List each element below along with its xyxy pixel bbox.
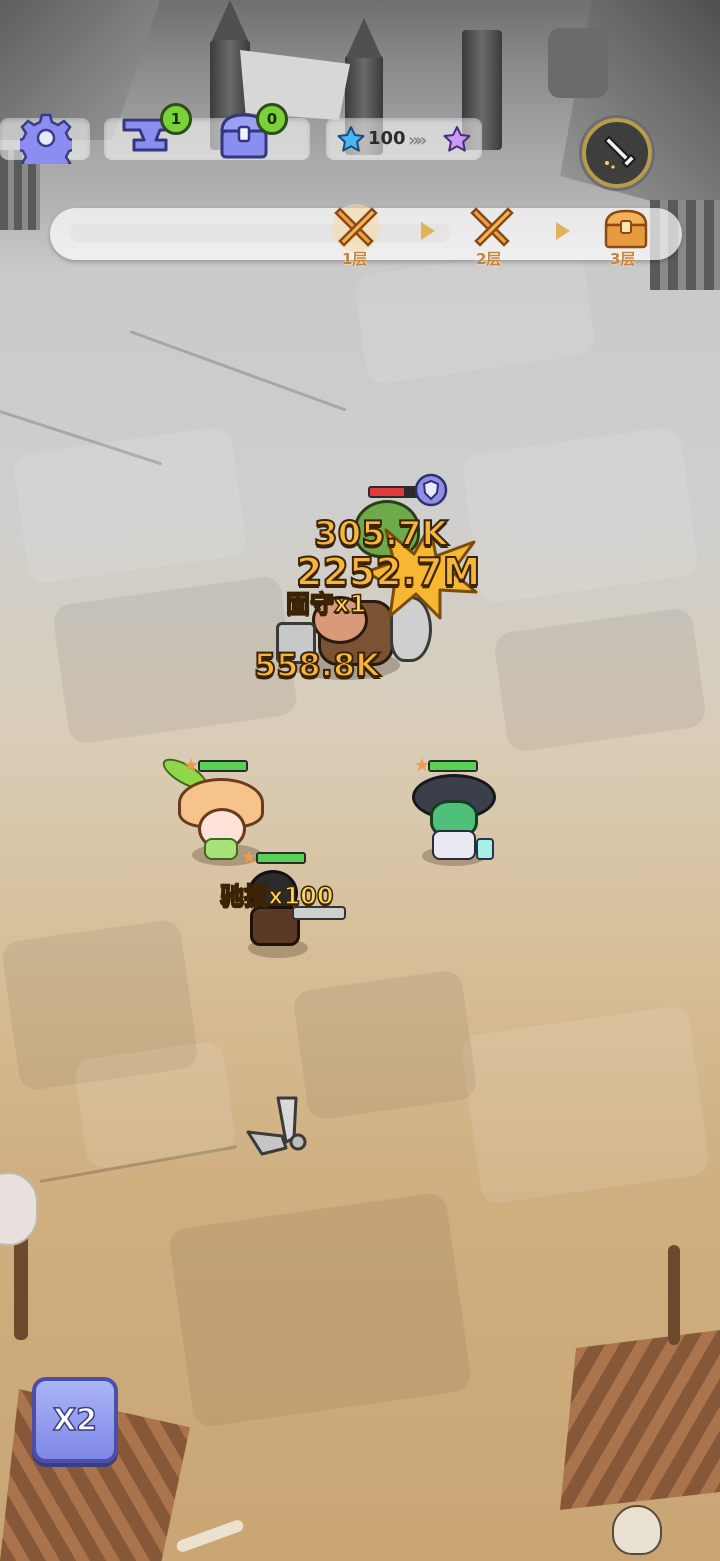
damage-number: 305.7K xyxy=(313,513,449,555)
speed-x2-button[interactable]: X2 xyxy=(32,1377,118,1463)
floor-tile xyxy=(12,425,248,585)
double-chevron-icon: »» xyxy=(408,130,427,151)
bone xyxy=(175,1518,245,1554)
star-rank-icon: ★ xyxy=(241,847,258,868)
gear-icon xyxy=(20,113,72,164)
hero-hp-fill xyxy=(430,762,476,770)
floor-3-label: 3层 xyxy=(610,250,636,268)
hero-body xyxy=(204,838,238,860)
barrel xyxy=(548,28,608,98)
anvil-count-badge: 1 xyxy=(160,103,192,135)
floor-3-node[interactable] xyxy=(598,204,654,254)
skull-icon xyxy=(612,1505,662,1555)
potion-icon xyxy=(476,838,494,860)
settings-button[interactable] xyxy=(18,110,74,166)
fence-stake-tip xyxy=(212,0,248,40)
star-rank-icon: ★ xyxy=(183,755,200,776)
treasure-chest-icon xyxy=(604,209,648,249)
spear-right xyxy=(668,1245,680,1345)
floor-1-label: 1层 xyxy=(342,250,368,268)
floor-progress-track xyxy=(70,224,450,242)
hero-body xyxy=(432,830,476,860)
floor-tile xyxy=(459,1004,711,1206)
sword-sparkle-icon xyxy=(603,135,637,169)
hero-hp-fill xyxy=(258,854,304,862)
crossed-swords-icon xyxy=(470,207,514,247)
hero-hp-bar xyxy=(428,760,478,772)
floor-arrow-icon xyxy=(556,222,570,240)
spear-left xyxy=(14,1230,28,1340)
snake-hat-doctor-hero[interactable] xyxy=(404,768,504,864)
enemy-hp-fill xyxy=(370,488,404,496)
crossed-swords-icon xyxy=(332,204,380,252)
hero-hp-bar xyxy=(198,760,248,772)
floor-tile xyxy=(460,425,700,605)
hero-portrait-edge[interactable] xyxy=(0,1172,38,1246)
purple-star-icon xyxy=(443,126,471,152)
floor-crack xyxy=(129,330,347,412)
fence-stake-tip xyxy=(346,18,382,58)
wooden-barricade-right xyxy=(560,1330,720,1510)
chest-count-badge: 0 xyxy=(256,103,288,135)
floor-tile xyxy=(291,968,479,1122)
hero-hp-bar xyxy=(256,852,306,864)
hero-hp-fill xyxy=(200,762,246,770)
star-count-text: 100 xyxy=(368,128,406,149)
floor-tile xyxy=(492,606,708,754)
floor-tile xyxy=(167,1191,473,1429)
damage-number: 558.8K xyxy=(253,645,381,685)
shield-break-icon xyxy=(414,473,448,507)
floor-arrow-icon xyxy=(421,222,435,240)
enemy-hp-bar xyxy=(368,486,420,498)
buff-label: 驰援x100 xyxy=(219,881,334,911)
auto-battle-button[interactable] xyxy=(582,118,652,188)
blue-star-icon xyxy=(337,126,365,152)
speed-label: X2 xyxy=(52,1402,98,1439)
floor-2-label: 2层 xyxy=(476,250,502,268)
buff-label: 固守x1 xyxy=(285,589,367,619)
dropped-weapon-icon[interactable] xyxy=(242,1092,316,1166)
